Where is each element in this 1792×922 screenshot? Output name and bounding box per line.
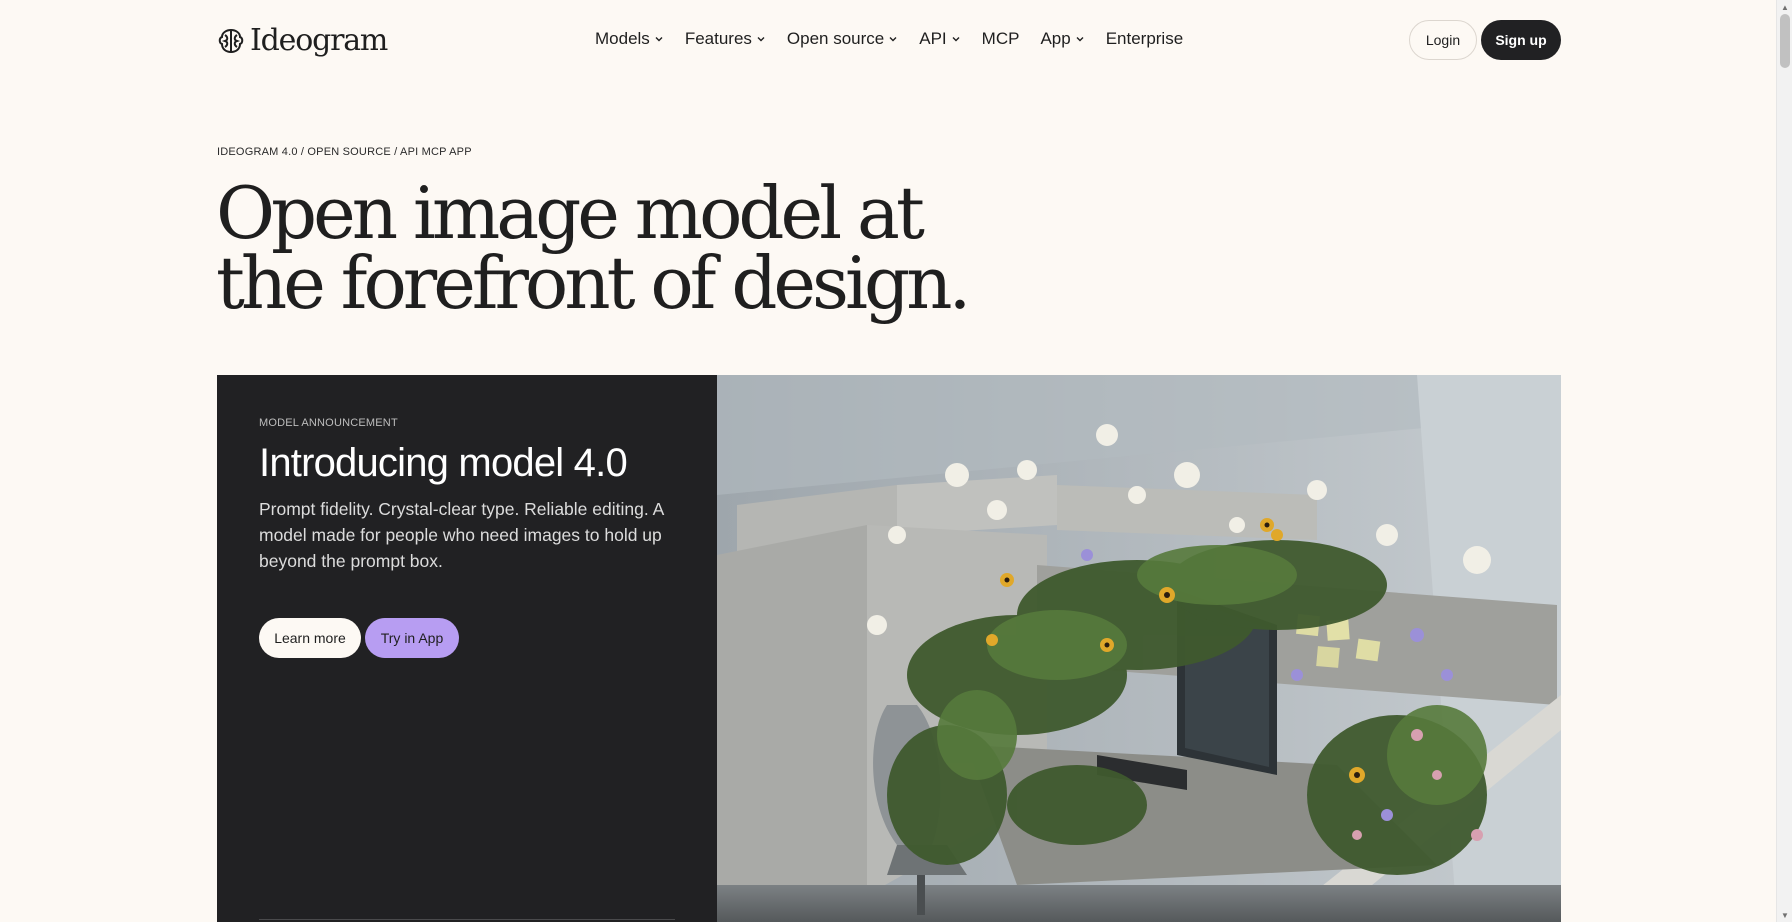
scrollbar-thumb[interactable] — [1780, 14, 1790, 68]
nav-item-label: Enterprise — [1105, 29, 1184, 48]
office-cubicle-wildflowers-image — [717, 375, 1561, 922]
page-title: Open image model at the forefront of des… — [216, 177, 976, 319]
chevron-down-icon — [655, 37, 663, 42]
login-button[interactable]: Login — [1409, 20, 1477, 60]
nav-item-enterprise[interactable]: Enterprise — [1106, 29, 1183, 49]
brand-name: Ideogram — [250, 23, 388, 58]
feature-card-description: Prompt fidelity. Crystal-clear type. Rel… — [259, 499, 664, 571]
try-in-app-button[interactable]: Try in App — [365, 618, 459, 658]
ideogram-logo-icon — [218, 28, 244, 54]
nav-item-label: Open source — [786, 29, 885, 48]
feature-card-text-panel: MODEL ANNOUNCEMENT Introducing model 4.0… — [217, 375, 717, 922]
nav-item-label: API — [919, 29, 947, 48]
page-title-line-2: the forefront of design. — [216, 241, 971, 325]
brand-logo[interactable]: Ideogram — [216, 23, 388, 58]
nav-item-app[interactable]: App — [1040, 29, 1084, 49]
feature-card: MODEL ANNOUNCEMENT Introducing model 4.0… — [217, 375, 1561, 922]
signup-button[interactable]: Sign up — [1481, 20, 1561, 60]
page-scrollbar[interactable]: ▲ ▼ — [1776, 0, 1792, 922]
scroll-down-icon[interactable]: ▼ — [1777, 908, 1792, 922]
chevron-down-icon — [889, 37, 897, 42]
main-nav: Models Features Open source API MCP App … — [595, 29, 1204, 49]
chevron-down-icon — [757, 37, 765, 42]
nav-item-label: MCP — [981, 29, 1020, 48]
nav-item-models[interactable]: Models — [595, 29, 664, 49]
nav-item-label: App — [1040, 29, 1071, 48]
chevron-down-icon — [1076, 37, 1084, 42]
nav-item-open-source[interactable]: Open source — [787, 29, 898, 49]
nav-item-api[interactable]: API — [919, 29, 960, 49]
chevron-down-icon — [952, 37, 960, 42]
feature-card-title: Introducing model 4.0 — [259, 441, 628, 485]
feature-card-image — [717, 375, 1561, 922]
nav-item-label: Models — [595, 29, 650, 48]
nav-item-label: Features — [684, 29, 752, 48]
divider — [259, 919, 675, 920]
feature-card-eyebrow: MODEL ANNOUNCEMENT — [259, 417, 398, 429]
site-header: Ideogram Models Features Open source API… — [0, 0, 1776, 82]
learn-more-button[interactable]: Learn more — [259, 618, 361, 658]
breadcrumb: IDEOGRAM 4.0 / OPEN SOURCE / API MCP APP — [217, 146, 472, 158]
nav-item-features[interactable]: Features — [685, 29, 766, 49]
scroll-up-icon[interactable]: ▲ — [1777, 0, 1792, 14]
nav-item-mcp[interactable]: MCP — [982, 29, 1020, 49]
